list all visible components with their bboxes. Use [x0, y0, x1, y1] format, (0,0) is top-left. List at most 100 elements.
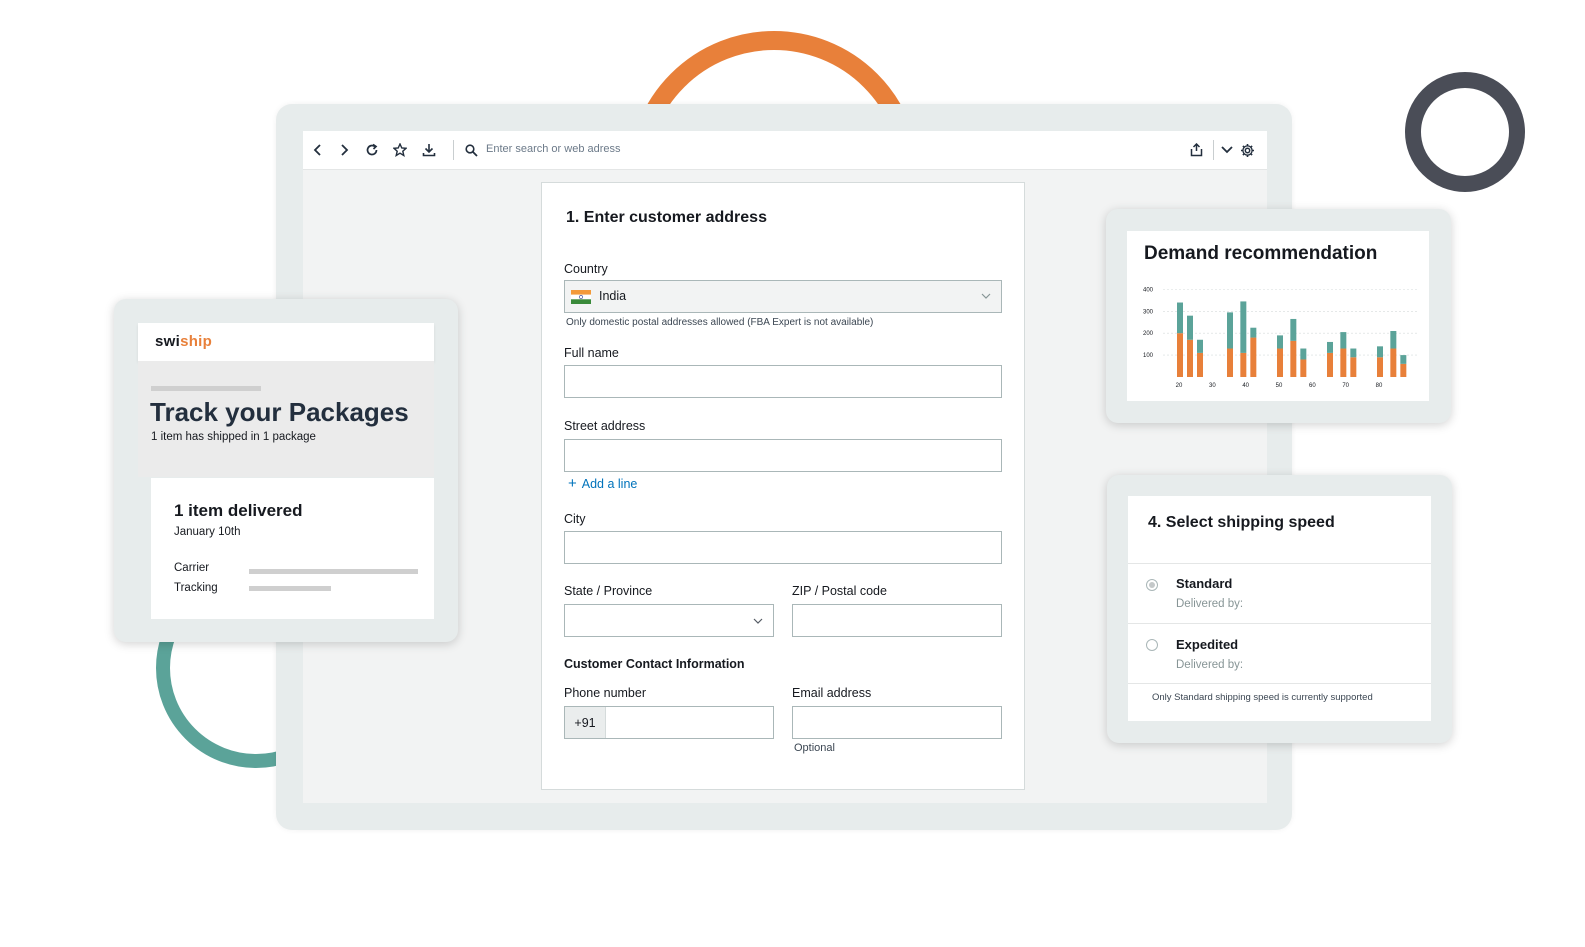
bar-segment-bottom — [1227, 348, 1233, 377]
bar-segment-bottom — [1177, 333, 1183, 377]
dark-ring-decoration — [1405, 72, 1525, 192]
bar-segment-bottom — [1390, 348, 1397, 377]
bar-segment-top — [1377, 346, 1383, 358]
bar-segment-bottom — [1400, 363, 1407, 377]
expedited-label: Expedited — [1176, 637, 1239, 652]
bar-segment-top — [1277, 335, 1283, 349]
x-tick-label: 60 — [1309, 383, 1316, 389]
bar-segment-bottom — [1377, 357, 1383, 377]
standard-delivered-by: Delivered by: — [1176, 598, 1244, 610]
expedited-radio[interactable] — [1146, 639, 1158, 651]
carrier-label: Carrier — [174, 562, 210, 574]
city-input[interactable] — [564, 531, 1002, 564]
swiship-logo: swiship — [155, 333, 213, 350]
toolbar-separator — [453, 140, 454, 160]
y-tick-label: 200 — [1143, 331, 1154, 337]
bar-segment-top — [1400, 355, 1407, 364]
url-input[interactable]: Enter search or web adress — [486, 143, 621, 155]
chevron-down-icon — [981, 293, 991, 299]
city-label: City — [564, 512, 586, 526]
forward-icon[interactable] — [334, 140, 354, 160]
x-tick-label: 70 — [1342, 383, 1349, 389]
country-hint: Only domestic postal addresses allowed (… — [566, 317, 874, 328]
bar-segment-top — [1250, 327, 1257, 338]
street-address-input[interactable] — [564, 439, 1002, 472]
bar-segment-bottom — [1350, 357, 1357, 377]
share-icon[interactable] — [1186, 140, 1206, 160]
tracking-label: Tracking — [174, 582, 218, 594]
india-flag-icon — [571, 290, 591, 304]
email-input[interactable] — [792, 706, 1002, 739]
bar-segment-bottom — [1240, 352, 1247, 377]
zip-input[interactable] — [792, 604, 1002, 637]
demand-card: Demand recommendation 400 300 200 100 20 30 40… — [1106, 209, 1451, 423]
add-line-label: Add a line — [581, 477, 638, 491]
carrier-placeholder — [249, 569, 418, 574]
email-hint: Optional — [794, 742, 835, 754]
street-address-label: Street address — [564, 419, 646, 433]
x-tick-label: 20 — [1176, 383, 1183, 389]
plus-icon: + — [568, 475, 577, 492]
bar-segment-top — [1300, 348, 1307, 360]
shipping-note: Only Standard shipping speed is currentl… — [1152, 692, 1373, 703]
address-form-card: 1. Enter customer address Country India … — [541, 182, 1025, 790]
gear-icon[interactable] — [1237, 140, 1257, 160]
tracking-subtitle: 1 item has shipped in 1 package — [151, 431, 316, 443]
shipping-panel: 4. Select shipping speed Standard Delive… — [1128, 496, 1431, 721]
divider — [1128, 623, 1431, 624]
reload-icon[interactable] — [362, 140, 382, 160]
state-label: State / Province — [564, 584, 653, 598]
bar-segment-bottom — [1290, 340, 1297, 377]
bar-segment-top — [1187, 315, 1193, 340]
search-icon — [461, 140, 481, 160]
bar-segment-top — [1177, 302, 1183, 334]
y-tick-label: 300 — [1143, 309, 1154, 315]
phone-prefix: +91 — [565, 707, 606, 738]
placeholder-bar — [151, 386, 261, 391]
back-icon[interactable] — [308, 140, 328, 160]
bar-segment-bottom — [1197, 352, 1203, 377]
demand-panel: Demand recommendation 400 300 200 100 20 30 40… — [1127, 231, 1429, 401]
divider — [1128, 683, 1431, 684]
shipping-title: 4. Select shipping speed — [1148, 514, 1335, 531]
bar-segment-bottom — [1327, 352, 1333, 377]
download-icon[interactable] — [419, 140, 439, 160]
bar-segment-top — [1227, 312, 1233, 349]
expedited-delivered-by: Delivered by: — [1176, 659, 1244, 671]
phone-input[interactable]: +91 — [564, 706, 774, 739]
country-value: India — [599, 289, 627, 303]
bar-segment-top — [1240, 301, 1247, 353]
bar-segment-bottom — [1187, 339, 1193, 377]
tracking-title: Track your Packages — [150, 397, 409, 427]
bar-segment-top — [1290, 318, 1297, 341]
full-name-input[interactable] — [564, 365, 1002, 398]
tracking-summary: Track your Packages 1 item has shipped i… — [138, 361, 434, 477]
country-select[interactable]: India — [564, 280, 1002, 313]
chevron-down-icon — [753, 618, 763, 624]
standard-radio[interactable] — [1146, 579, 1158, 591]
contact-section-title: Customer Contact Information — [564, 657, 745, 671]
x-tick-label: 40 — [1242, 383, 1249, 389]
delivery-status: 1 item delivered — [174, 501, 303, 520]
x-tick-label: 80 — [1376, 383, 1383, 389]
star-icon[interactable] — [390, 140, 410, 160]
tracking-card: swiship Track your Packages 1 item has s… — [114, 299, 458, 642]
state-select[interactable] — [564, 604, 774, 637]
delivery-date: January 10th — [174, 526, 241, 538]
form-title: 1. Enter customer address — [566, 209, 767, 226]
bar-segment-top — [1197, 339, 1203, 353]
y-tick-label: 100 — [1143, 353, 1154, 359]
toolbar-separator — [1213, 140, 1214, 160]
divider — [1128, 563, 1431, 564]
demand-chart: 400 300 200 100 20 30 40 50 60 70 80 — [1143, 287, 1417, 389]
zip-label: ZIP / Postal code — [792, 584, 887, 598]
bar-segment-bottom — [1300, 359, 1307, 377]
browser-toolbar: Enter search or web adress — [303, 131, 1267, 170]
full-name-label: Full name — [564, 346, 619, 360]
bar-segment-bottom — [1250, 337, 1257, 377]
add-line-link[interactable]: + Add a line — [568, 475, 637, 492]
demand-title: Demand recommendation — [1144, 243, 1378, 264]
chevron-down-icon[interactable] — [1217, 140, 1237, 160]
phone-label: Phone number — [564, 686, 647, 700]
bar-segment-top — [1340, 332, 1347, 349]
